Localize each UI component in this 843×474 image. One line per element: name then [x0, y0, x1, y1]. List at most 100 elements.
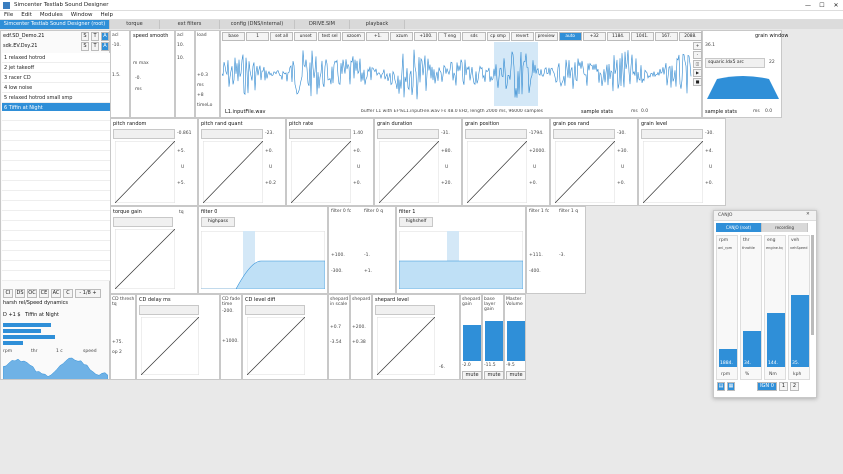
- filter0-type[interactable]: highpass: [201, 217, 235, 227]
- close-button[interactable]: ✕: [829, 2, 843, 9]
- ds-button[interactable]: DS: [15, 289, 25, 298]
- a-button[interactable]: A: [101, 32, 109, 41]
- grain-toolbar-button[interactable]: T eng: [438, 32, 462, 41]
- grain-toolbar-button[interactable]: auto: [558, 32, 582, 41]
- menu-modules[interactable]: Modules: [40, 12, 63, 18]
- knob-input[interactable]: [289, 129, 351, 139]
- knob-input[interactable]: [377, 129, 439, 139]
- preset-item[interactable]: 4 low noise: [2, 83, 110, 93]
- menu-file[interactable]: File: [4, 12, 13, 18]
- shep-mute-button[interactable]: mute: [462, 371, 482, 380]
- cd-delay-input[interactable]: [139, 305, 199, 315]
- grain-toolbar-button[interactable]: 1184.: [606, 32, 630, 41]
- grain-toolbar-button[interactable]: 1041.: [630, 32, 654, 41]
- base-mute-button[interactable]: mute: [484, 371, 504, 380]
- knob-curve[interactable]: [115, 141, 175, 203]
- nav-arrows[interactable]: D +1 $: [3, 312, 21, 318]
- s-button[interactable]: S: [81, 32, 89, 41]
- knob-curve[interactable]: [379, 141, 439, 203]
- ign-1-button[interactable]: 1: [779, 382, 788, 391]
- grain-toolbar-button[interactable]: xzoom: [342, 32, 366, 41]
- grain-toolbar-button[interactable]: set all: [270, 32, 294, 41]
- tab-playback[interactable]: playback: [350, 20, 405, 29]
- knob-input[interactable]: [465, 129, 527, 139]
- zoom-in-button[interactable]: +: [693, 42, 702, 50]
- filter0-response[interactable]: [201, 231, 325, 289]
- grain-toolbar-button[interactable]: sds: [462, 32, 486, 41]
- tab-root[interactable]: Simcenter Testlab Sound Designer (root): [0, 20, 110, 29]
- ce-button[interactable]: CE: [39, 289, 49, 298]
- grain-toolbar-button[interactable]: base grain: [222, 32, 246, 41]
- torque-gain-input[interactable]: [113, 217, 173, 227]
- canjo-tab-root[interactable]: CANJO (root): [716, 223, 762, 232]
- canjo-view-icon[interactable]: ▦: [727, 382, 735, 391]
- play-button[interactable]: ▶: [693, 69, 702, 77]
- window-shape-select[interactable]: squaric.ldx5 arc: [705, 58, 765, 68]
- canjo-record-icon[interactable]: ▤: [717, 382, 725, 391]
- minimize-button[interactable]: —: [801, 2, 815, 9]
- grain-toolbar-button[interactable]: cp smp: [486, 32, 510, 41]
- cd-delay-curve[interactable]: [141, 317, 199, 375]
- shepard-level-input[interactable]: [375, 305, 435, 315]
- maximize-button[interactable]: ☐: [815, 2, 829, 9]
- knob-curve[interactable]: [291, 141, 351, 203]
- shepard-level-curve[interactable]: [377, 317, 435, 375]
- grain-toolbar-button[interactable]: 2088.: [678, 32, 702, 41]
- menu-help[interactable]: Help: [100, 12, 113, 18]
- grain-toolbar-button[interactable]: 167.: [654, 32, 678, 41]
- knob-input[interactable]: [641, 129, 703, 139]
- canjo-close-icon[interactable]: ✕: [806, 212, 810, 217]
- torque-gain-curve[interactable]: [115, 229, 175, 289]
- stop-button[interactable]: ■: [693, 78, 702, 86]
- grain-toolbar-button[interactable]: +100.: [414, 32, 438, 41]
- ign-2-button[interactable]: 2: [790, 382, 799, 391]
- ci-button[interactable]: CI: [3, 289, 13, 298]
- menu-edit[interactable]: Edit: [21, 12, 32, 18]
- preset-item[interactable]: 2 jet takeoff: [2, 63, 110, 73]
- filter1-type[interactable]: highshelf: [399, 217, 433, 227]
- fit-button[interactable]: ◫: [693, 60, 702, 68]
- knob-curve[interactable]: [555, 141, 615, 203]
- grain-toolbar-button[interactable]: revert: [510, 32, 534, 41]
- oc-button[interactable]: OC: [27, 289, 37, 298]
- canjo-scrollbar[interactable]: [811, 235, 814, 335]
- shep-gain-fader[interactable]: [463, 325, 481, 361]
- cd-level-curve[interactable]: [247, 317, 305, 375]
- base-gain-fader[interactable]: [485, 321, 503, 361]
- menu-window[interactable]: Window: [71, 12, 93, 18]
- waveform[interactable]: [222, 42, 692, 106]
- filter1-response[interactable]: [399, 231, 523, 289]
- ac-button[interactable]: AC: [51, 289, 61, 298]
- knob-curve[interactable]: [643, 141, 703, 203]
- grain-toolbar-button[interactable]: +1.: [366, 32, 390, 41]
- master-fader[interactable]: [507, 321, 525, 361]
- knob-input[interactable]: [201, 129, 263, 139]
- grain-toolbar-button[interactable]: 1: [246, 32, 270, 41]
- grain-toolbar-button[interactable]: test sel: [318, 32, 342, 41]
- tab-config[interactable]: config (DNS/internal): [220, 20, 295, 29]
- master-mute-button[interactable]: mute: [506, 371, 526, 380]
- a2-button[interactable]: A: [101, 42, 109, 51]
- knob-curve[interactable]: [467, 141, 527, 203]
- page-counter[interactable]: - 1/8 +: [75, 289, 101, 298]
- grain-toolbar-button[interactable]: xzum: [390, 32, 414, 41]
- preset-item[interactable]: 5 relaxed hotrod small smp: [2, 93, 110, 103]
- tab-torque[interactable]: torque: [110, 20, 160, 29]
- c-button[interactable]: C: [63, 289, 73, 298]
- knob-curve[interactable]: [203, 141, 263, 203]
- preset-item[interactable]: 3 racer CD: [2, 73, 110, 83]
- t2-button[interactable]: T: [91, 42, 99, 51]
- grain-toolbar-button[interactable]: unset: [294, 32, 318, 41]
- t-button[interactable]: T: [91, 32, 99, 41]
- ign-0-button[interactable]: IGN 0: [757, 382, 777, 391]
- canjo-tab-recording[interactable]: recording: [762, 223, 808, 232]
- cd-level-input[interactable]: [245, 305, 305, 315]
- preset-item[interactable]: 1 relaxed hotrod: [2, 53, 110, 63]
- grain-toolbar-button[interactable]: preview: [534, 32, 558, 41]
- knob-input[interactable]: [553, 129, 615, 139]
- tab-drive-sim[interactable]: DRIVE.SIM: [295, 20, 350, 29]
- grain-toolbar-button[interactable]: +32: [582, 32, 606, 41]
- tab-ext-filters[interactable]: ext filters: [160, 20, 220, 29]
- zoom-out-button[interactable]: -: [693, 51, 702, 59]
- s2-button[interactable]: S: [81, 42, 89, 51]
